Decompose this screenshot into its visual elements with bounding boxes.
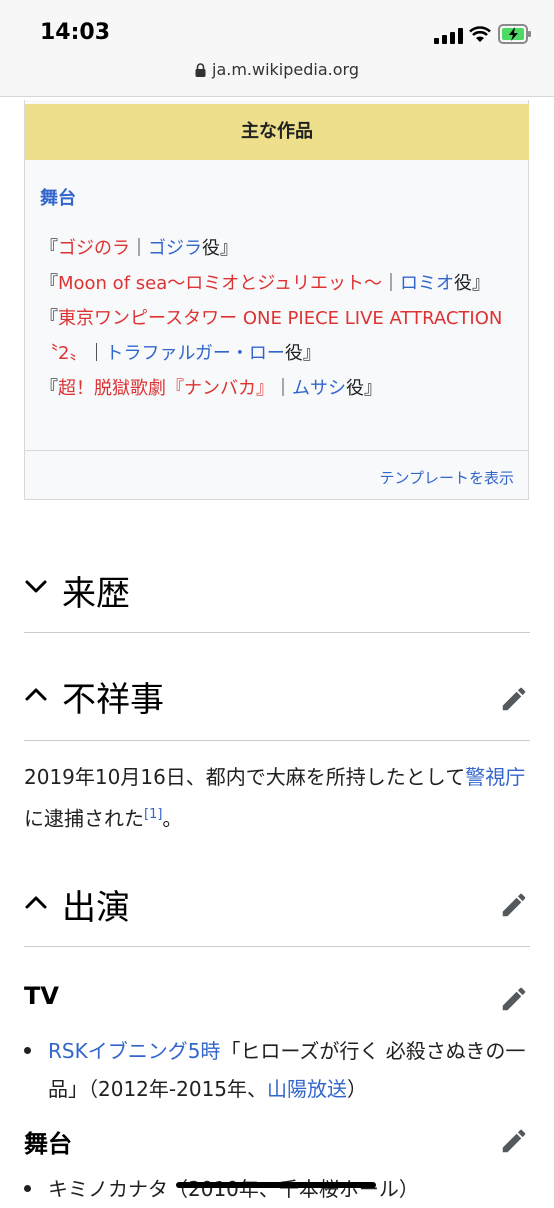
section-title-scandal: 不祥事 xyxy=(62,680,164,720)
section-title-appearances: 出演 xyxy=(62,888,130,928)
edit-pencil-icon[interactable] xyxy=(499,1126,529,1156)
home-indicator[interactable] xyxy=(176,1182,376,1188)
link-rsk-evening[interactable]: RSKイブニング5時 xyxy=(48,1039,220,1063)
separator: ｜ xyxy=(381,273,400,294)
quote-open: 『 xyxy=(40,308,58,329)
status-time: 14:03 xyxy=(40,20,111,45)
chevron-down-icon[interactable] xyxy=(24,579,48,595)
link-sanyo-broadcasting[interactable]: 山陽放送 xyxy=(267,1077,347,1101)
bullet-icon xyxy=(24,1185,31,1192)
work-item: 『ゴジのラ｜ゴジラ役』 xyxy=(40,231,515,266)
list-item: RSKイブニング5時「ヒローズが行く 必殺さぬきの一品」（2012年-2015年… xyxy=(24,1032,530,1108)
cellular-signal-icon xyxy=(434,28,463,44)
work-title-link[interactable]: Moon of sea〜ロミオとジュリエット〜 xyxy=(58,273,382,294)
section-appearances-header[interactable]: 出演 xyxy=(24,866,530,947)
chevron-up-icon[interactable] xyxy=(24,686,48,702)
show-template-link[interactable]: テンプレートを表示 xyxy=(379,467,514,488)
role-suffix: 役』 xyxy=(453,273,490,294)
infobox-works-list: 『ゴジのラ｜ゴジラ役』 『Moon of sea〜ロミオとジュリエット〜｜ロミオ… xyxy=(40,231,515,406)
bullet-icon xyxy=(24,1047,31,1054)
section-history-header[interactable]: 来歴 xyxy=(24,552,530,633)
scandal-paragraph: 2019年10月16日、都内で大麻を所持したとして警視庁に逮捕された[1]。 xyxy=(24,758,530,838)
paragraph-text: 。 xyxy=(162,806,183,831)
work-title-link[interactable]: 超！脱獄歌劇『ナンバカ』 xyxy=(58,378,274,399)
list-item-text: キミノカナタ（2010年、千本桜ホール） xyxy=(48,1177,419,1201)
role-suffix: 役』 xyxy=(202,238,238,259)
list-item-text: ） xyxy=(347,1077,368,1101)
infobox-subheader-stage[interactable]: 舞台 xyxy=(40,184,76,210)
role-link[interactable]: ゴジラ xyxy=(148,238,202,259)
role-link[interactable]: トラファルガー・ロー xyxy=(105,343,284,364)
reference-link[interactable]: [1] xyxy=(144,807,162,822)
edit-pencil-icon[interactable] xyxy=(499,984,529,1014)
address-bar[interactable]: ja.m.wikipedia.org xyxy=(0,60,554,79)
list-item: キミノカナタ（2010年、千本桜ホール） xyxy=(24,1170,530,1208)
link-tokyo-police[interactable]: 警視庁 xyxy=(465,765,525,789)
separator: ｜ xyxy=(87,343,106,364)
quote-open: 『 xyxy=(40,238,58,259)
subsection-title-stage: 舞台 xyxy=(24,1130,72,1158)
wifi-icon xyxy=(469,26,491,42)
quote-open: 『 xyxy=(40,378,58,399)
role-suffix: 役』 xyxy=(346,378,382,399)
separator: ｜ xyxy=(130,238,148,259)
work-item: 『超！脱獄歌劇『ナンバカ』｜ムサシ役』 xyxy=(40,371,515,406)
edit-pencil-icon[interactable] xyxy=(499,890,529,920)
subsection-title-tv: TV xyxy=(24,982,59,1010)
infobox-header: 主な作品 xyxy=(25,104,529,160)
infobox: 主な作品 舞台 『ゴジのラ｜ゴジラ役』 『Moon of sea〜ロミオとジュリ… xyxy=(24,100,529,500)
browser-top-bar: 14:03 ja.m.wikipedia.org xyxy=(0,0,554,97)
url-text: ja.m.wikipedia.org xyxy=(212,60,359,79)
infobox-footer: テンプレートを表示 xyxy=(25,450,529,501)
work-title-link[interactable]: ゴジのラ xyxy=(58,238,130,259)
edit-pencil-icon[interactable] xyxy=(499,684,529,714)
work-item: 『東京ワンピースタワー ONE PIECE LIVE ATTRACTION〝2〟… xyxy=(40,301,515,371)
lock-icon xyxy=(195,63,206,77)
role-link[interactable]: ロミオ xyxy=(400,273,454,294)
section-scandal-header[interactable]: 不祥事 xyxy=(24,656,530,741)
paragraph-text: 2019年10月16日、都内で大麻を所持したとして xyxy=(24,765,466,789)
chevron-up-icon[interactable] xyxy=(24,894,48,910)
paragraph-text: に逮捕された xyxy=(24,806,144,831)
role-link[interactable]: ムサシ xyxy=(292,378,346,399)
battery-charging-icon xyxy=(498,24,531,44)
role-suffix: 役』 xyxy=(284,343,321,364)
separator: ｜ xyxy=(274,378,292,399)
work-item: 『Moon of sea〜ロミオとジュリエット〜｜ロミオ役』 xyxy=(40,266,515,301)
quote-open: 『 xyxy=(40,273,58,294)
section-title-history: 来歴 xyxy=(62,574,130,614)
